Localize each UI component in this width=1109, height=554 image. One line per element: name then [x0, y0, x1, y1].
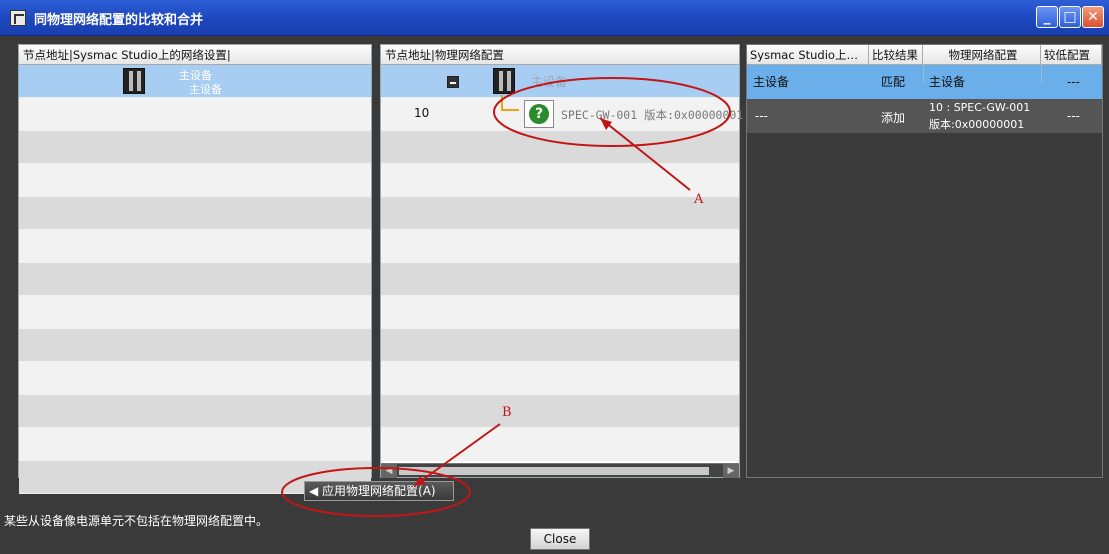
left-empty-row: [19, 296, 371, 329]
scroll-left-icon[interactable]: ◀: [381, 464, 397, 478]
left-empty-row: [19, 164, 371, 197]
col-physical[interactable]: 物理网络配置: [923, 45, 1041, 65]
mid-empty-row: [381, 362, 739, 395]
cell-divider: [923, 65, 924, 83]
info-message: 某些从设备像电源单元不包括在物理网络配置中。: [4, 514, 269, 528]
annotation-label-b: B: [502, 405, 512, 420]
cell-physical-line1: 10 : SPEC-GW-001: [929, 101, 1031, 114]
left-empty-row: [19, 395, 371, 428]
left-empty-row: [19, 362, 371, 395]
app-icon: [10, 10, 26, 26]
mid-empty-row: [381, 428, 739, 461]
comparison-row-add[interactable]: --- 添加 10 : SPEC-GW-001 版本:0x00000001 --…: [747, 99, 1102, 133]
close-button[interactable]: Close: [530, 528, 590, 550]
title-bar: 同物理网络配置的比较和合并 _ □ ✕: [0, 0, 1109, 36]
mid-empty-row: [381, 296, 739, 329]
mid-column-header[interactable]: 节点地址|物理网络配置: [381, 45, 739, 65]
left-empty-row: [19, 197, 371, 230]
left-master-row[interactable]: 主设备 主设备: [19, 65, 371, 98]
horizontal-scrollbar[interactable]: ◀ ▶: [381, 463, 739, 478]
col-lower[interactable]: 较低配置: [1041, 45, 1102, 65]
mid-empty-row: [381, 263, 739, 296]
close-window-button[interactable]: ✕: [1082, 6, 1104, 28]
controller-device-icon: [493, 68, 515, 94]
left-device-comment: 主设备: [189, 83, 222, 96]
left-empty-row: [19, 329, 371, 362]
left-empty-row: [19, 263, 371, 296]
mid-child-row[interactable]: 10 ? SPEC-GW-001 版本:0x00000001: [381, 95, 743, 131]
comparison-header: Sysmac Studio上… 比较结果 物理网络配置 较低配置: [747, 45, 1102, 65]
tree-connector: [501, 95, 519, 111]
mid-empty-row: [381, 230, 739, 263]
mid-empty-row: [381, 131, 739, 164]
apply-physical-config-button[interactable]: ◀ 应用物理网络配置(A): [304, 481, 454, 501]
node-address: 10: [414, 106, 430, 120]
mid-master-row[interactable]: 主设备: [381, 65, 739, 98]
mid-empty-row: [381, 329, 739, 362]
col-sysmac[interactable]: Sysmac Studio上…: [747, 45, 869, 65]
left-empty-row: [19, 131, 371, 164]
cell-sysmac: ---: [755, 109, 768, 123]
left-empty-row: [19, 98, 371, 131]
cell-result: 添加: [881, 111, 906, 125]
col-result[interactable]: 比较结果: [869, 45, 923, 65]
mid-rows: 主设备 10 ? SPEC-GW-001 版本:0x00000001: [381, 65, 743, 477]
scroll-right-icon[interactable]: ▶: [723, 464, 739, 478]
mid-empty-row: [381, 164, 739, 197]
controller-device-icon: [123, 68, 145, 94]
cell-sysmac: 主设备: [753, 75, 790, 89]
question-mark-icon: ?: [529, 104, 549, 124]
cell-physical: 主设备: [929, 75, 966, 89]
comparison-panel: Sysmac Studio上… 比较结果 物理网络配置 较低配置 主设备 匹配 …: [746, 44, 1103, 478]
maximize-button[interactable]: □: [1059, 6, 1081, 28]
left-empty-row: [19, 230, 371, 263]
left-empty-row: [19, 428, 371, 461]
cell-result: 匹配: [881, 75, 906, 89]
child-device-label: SPEC-GW-001 版本:0x00000001: [561, 108, 744, 122]
cell-physical-line2: 版本:0x00000001: [929, 118, 1025, 131]
window-title: 同物理网络配置的比较和合并: [34, 13, 204, 28]
scroll-thumb[interactable]: [399, 467, 709, 475]
comparison-row-match[interactable]: 主设备 匹配 主设备 ---: [747, 65, 1102, 99]
collapse-icon[interactable]: [447, 76, 459, 88]
left-rows: 主设备 主设备: [19, 65, 371, 494]
unknown-device-icon: ?: [524, 100, 554, 128]
physical-network-panel: 节点地址|物理网络配置 主设备 10 ? SPEC-GW-001 版本:0x00…: [380, 44, 743, 478]
cell-lower: ---: [1067, 75, 1080, 89]
left-column-header[interactable]: 节点地址|Sysmac Studio上的网络设置|: [19, 45, 371, 65]
mid-empty-row: [381, 395, 739, 428]
mid-empty-row: [381, 197, 739, 230]
minimize-button[interactable]: _: [1036, 6, 1058, 28]
cell-lower: ---: [1067, 109, 1080, 123]
mid-master-name: 主设备: [531, 75, 568, 89]
annotation-label-a: A: [694, 192, 704, 207]
cell-divider: [1041, 65, 1042, 83]
sysmac-network-panel: 节点地址|Sysmac Studio上的网络设置| 主设备 主设备: [18, 44, 372, 494]
